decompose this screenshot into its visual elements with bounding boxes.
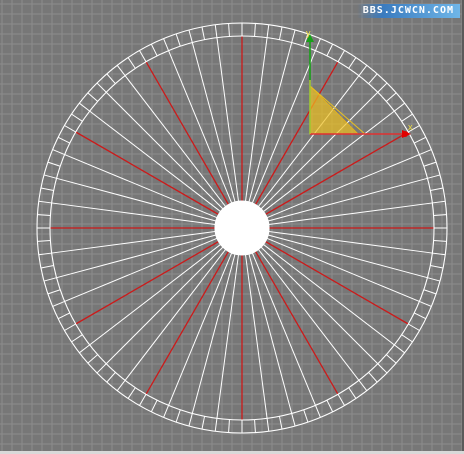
rim-segment	[139, 50, 147, 62]
rim-segment	[43, 277, 57, 282]
rim-segment	[228, 419, 230, 433]
rim-segment	[386, 354, 397, 364]
rim-segment	[163, 405, 169, 418]
watermark-label: BBS.JCWCN.COM	[356, 4, 460, 18]
gizmo-y-label: y	[306, 28, 311, 38]
wheel-spoke	[89, 244, 221, 346]
rim-segment	[214, 418, 218, 432]
rim-segment	[87, 354, 98, 364]
rim-segment	[368, 73, 378, 84]
wheel-wireframe[interactable]	[36, 22, 448, 434]
wheel-spoke	[268, 231, 433, 254]
rim-segment	[106, 73, 116, 84]
rim-segment	[427, 174, 441, 179]
wheel-spoke	[124, 75, 226, 207]
rim-segment	[432, 200, 446, 204]
rim-segment	[413, 136, 427, 144]
rim-segment	[266, 418, 270, 432]
wheel-spoke	[124, 249, 226, 381]
rim-segment	[163, 38, 169, 51]
wheel-spoke	[216, 37, 239, 202]
rim-segment	[214, 24, 218, 38]
rim-segment	[303, 409, 309, 423]
rim-segment	[37, 214, 51, 216]
wheel-spoke	[258, 75, 360, 207]
rim-segment	[401, 113, 413, 122]
wheel-spoke	[245, 37, 268, 202]
wheel-spoke	[105, 91, 224, 210]
rim-segment	[47, 289, 61, 295]
rim-segment	[337, 50, 345, 62]
rim-segment	[433, 214, 447, 216]
gizmo-x-label: x	[408, 122, 413, 132]
wheel-spoke	[258, 249, 360, 381]
rim-segment	[423, 289, 437, 295]
wheel-spoke	[89, 110, 221, 212]
rim-segment	[116, 380, 126, 391]
rim-segment	[408, 323, 420, 331]
rim-segment	[254, 419, 256, 433]
gizmo-xy-plane[interactable]	[309, 84, 360, 135]
wheel-spoke	[105, 246, 224, 365]
rim-segment	[57, 136, 71, 144]
rim-segment	[79, 344, 90, 354]
rim-segment	[38, 200, 52, 204]
viewport-canvas[interactable]: x y	[0, 0, 464, 454]
rim-segment	[358, 380, 368, 391]
rim-segment	[71, 113, 83, 122]
rim-segment	[427, 277, 441, 282]
rim-segment	[433, 240, 447, 242]
rim-segment	[43, 174, 57, 179]
rim-segment	[175, 409, 181, 423]
rim-segment	[37, 240, 51, 242]
wheel-spoke	[260, 246, 379, 365]
viewport-top[interactable]: x y BBS.JCWCN.COM	[0, 0, 464, 454]
wheel-spoke	[51, 231, 216, 254]
rim-segment	[315, 405, 321, 418]
rim-segment	[71, 334, 83, 343]
rim-segment	[64, 125, 76, 133]
rim-segment	[315, 38, 321, 51]
wheel-spoke	[263, 244, 395, 346]
rim-segment	[64, 323, 76, 331]
rim-segment	[401, 334, 413, 343]
rim-segment	[394, 344, 405, 354]
rim-segment	[266, 24, 270, 38]
